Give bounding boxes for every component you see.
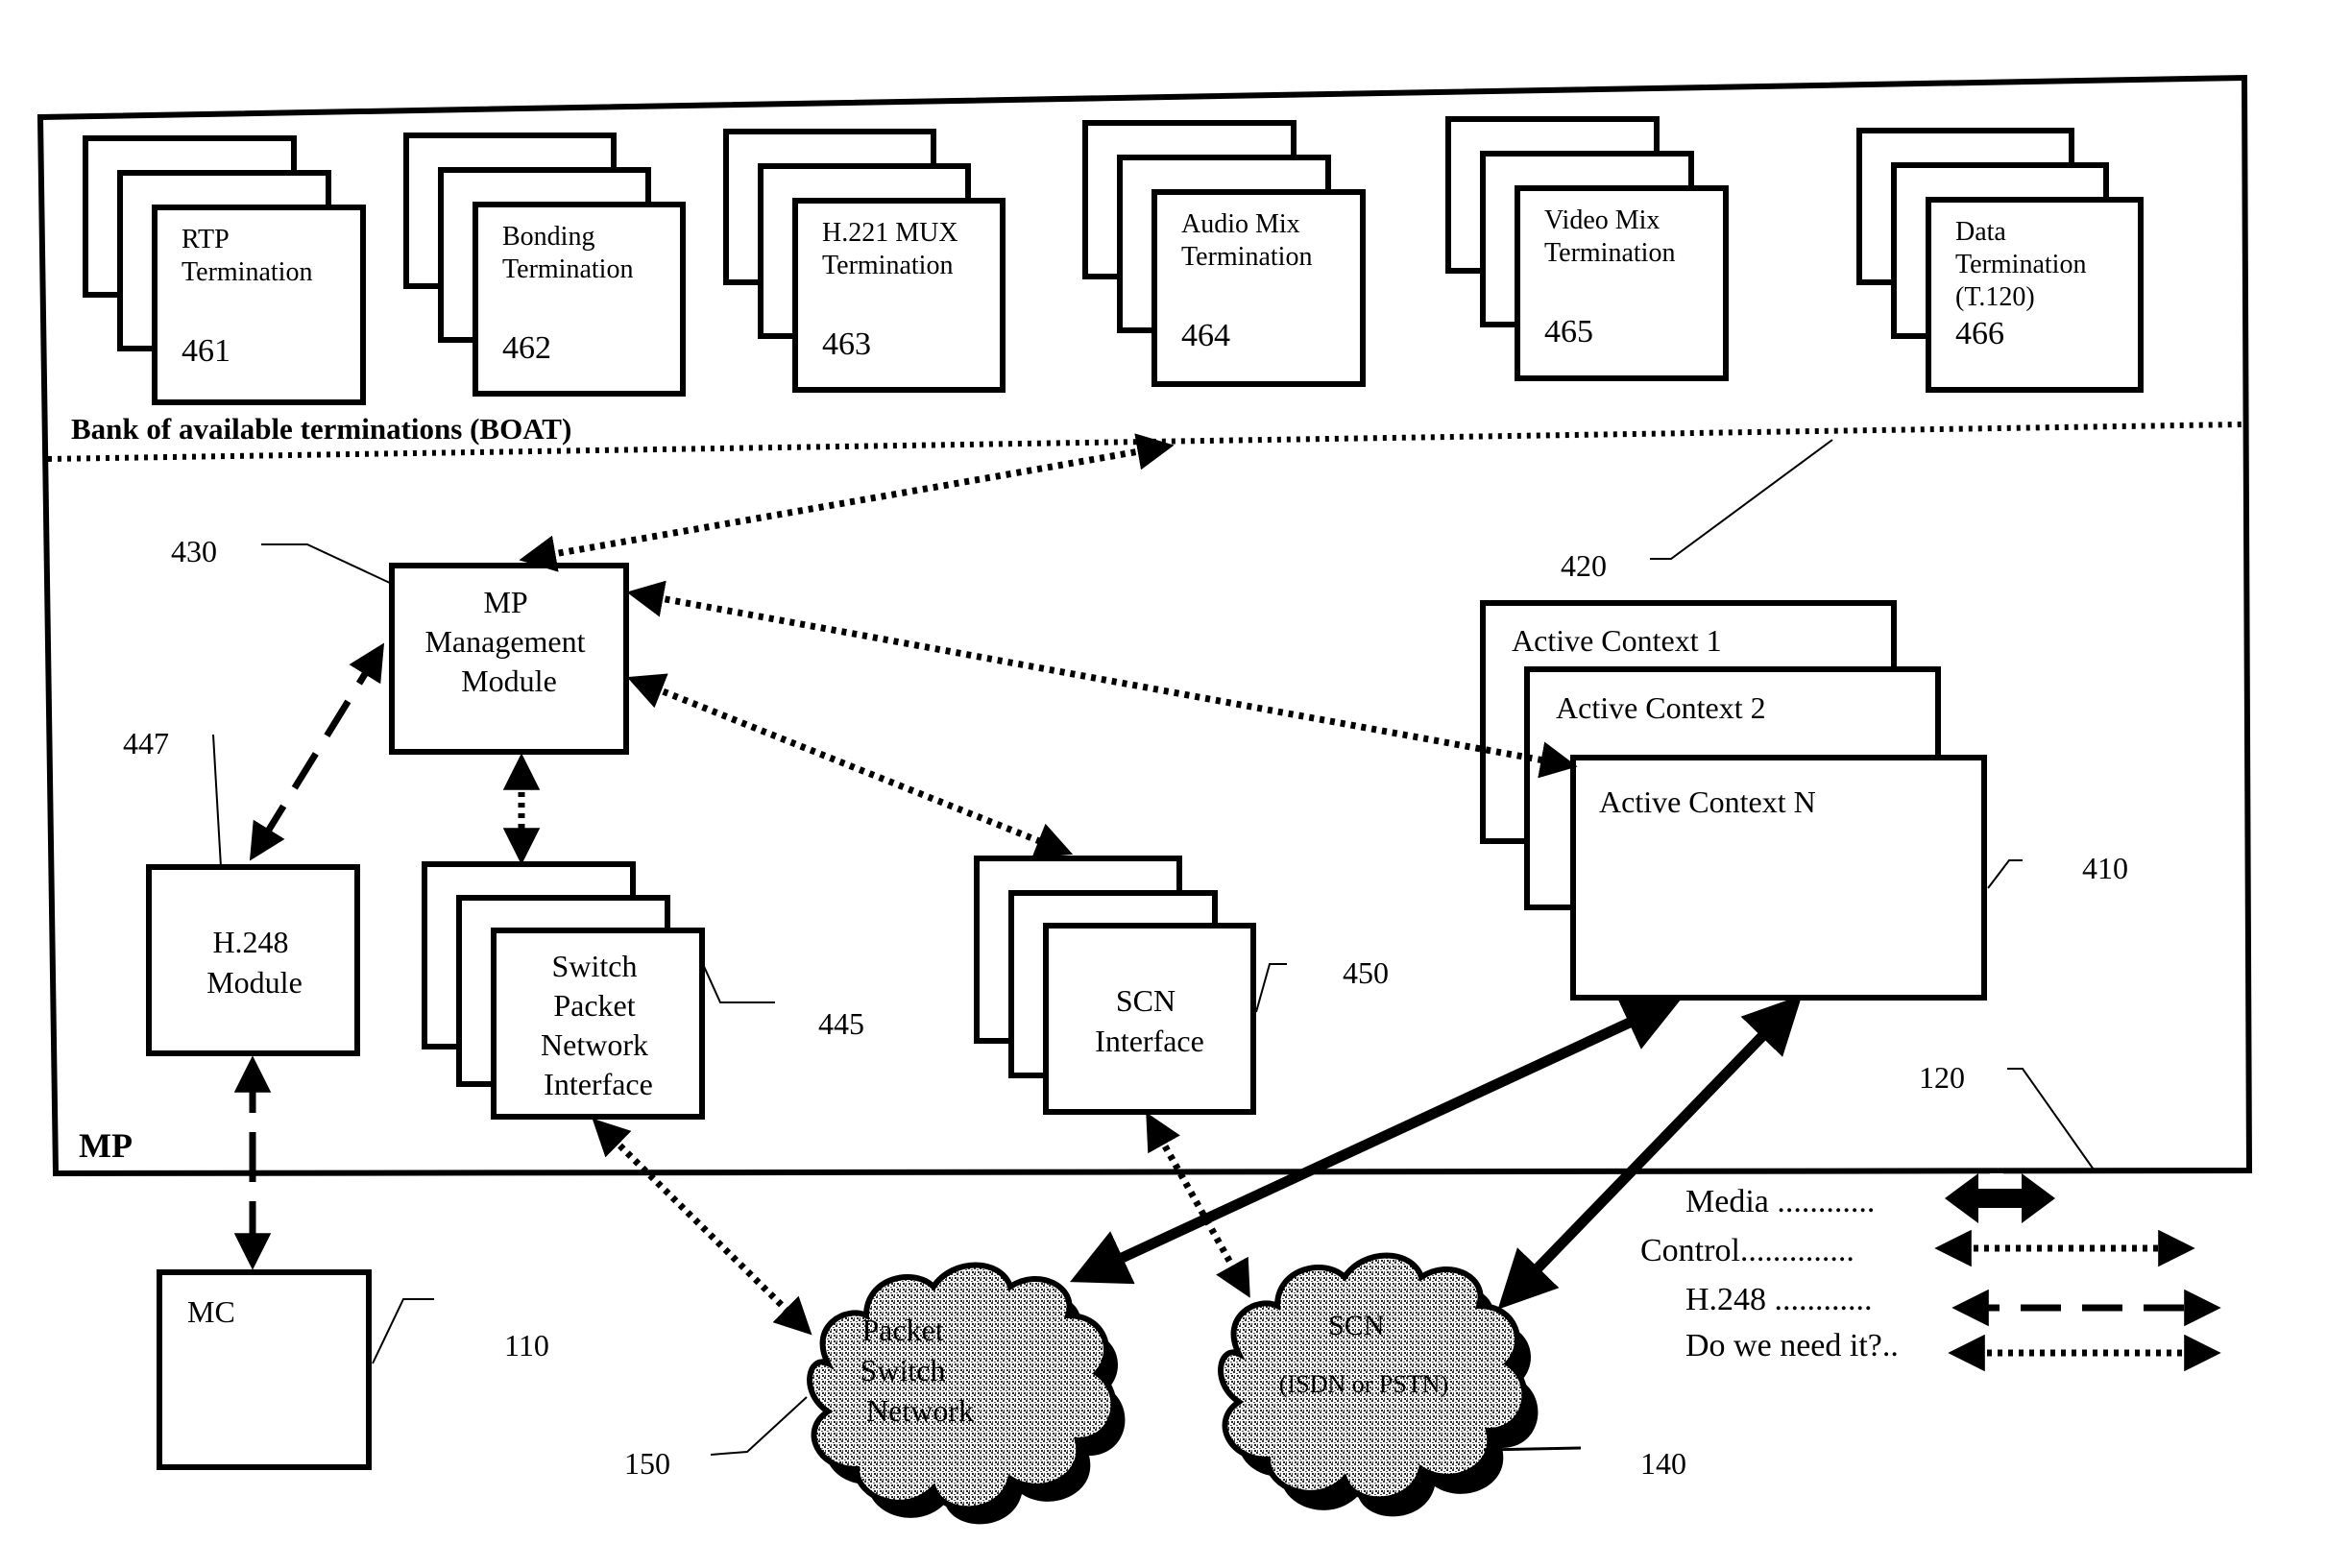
active-context-n-label: Active Context N (1599, 784, 1816, 819)
leader-140 (1483, 1446, 1582, 1452)
legend-doweneed-label: Do we need it?.. (1685, 1328, 1899, 1363)
active-context-2-label: Active Context 2 (1556, 690, 1766, 725)
termination-ref: 464 (1181, 318, 1230, 353)
leader-410 (1987, 859, 2023, 889)
boat-label: Bank of available terminations (BOAT) (71, 412, 571, 446)
termination-ref: 463 (822, 326, 871, 362)
ref-450: 450 (1343, 955, 1389, 990)
ref-110: 110 (504, 1328, 549, 1363)
connector-mpmgmt-scn (626, 673, 1074, 858)
mp-label: MP (79, 1126, 133, 1165)
legend-media-label: Media ............ (1685, 1184, 1875, 1219)
mp-architecture-diagram: MP RTP Termination461Bonding Termination46… (36, 74, 2253, 1525)
termination-stack-3: H.221 MUX Termination463 (723, 129, 1006, 393)
ref-445: 445 (818, 1006, 864, 1041)
leader-110 (372, 1298, 434, 1364)
active-context-1-label: Active Context 1 (1512, 623, 1722, 658)
connector-mpmgmt-context (626, 580, 1578, 779)
legend: Media ............ Control..............… (1640, 1173, 2221, 1372)
connector-boat-mpmgmt (519, 433, 1175, 572)
termination-ref: 461 (182, 333, 230, 369)
leader-120 (2007, 1068, 2095, 1170)
termination-stack-5: Video Mix Termination465 (1445, 116, 1729, 381)
ref-420: 420 (1561, 548, 1607, 583)
scn-interface (1043, 923, 1256, 1115)
leader-430 (261, 543, 393, 585)
termination-stack-2: Bonding Termination462 (403, 133, 686, 397)
ref-150: 150 (624, 1446, 670, 1481)
termination-ref: 462 (502, 330, 551, 366)
legend-h248-label: H.248 ............ (1685, 1282, 1873, 1317)
termination-ref: 466 (1955, 316, 2004, 351)
leader-445 (701, 961, 775, 1003)
connector-switch-packetcloud (592, 1118, 812, 1336)
termination-stack-4: Audio Mix Termination464 (1082, 120, 1366, 387)
termination-ref: 465 (1544, 314, 1593, 350)
connector-mpmgmt-h248 (249, 642, 385, 861)
ref-140: 140 (1640, 1446, 1686, 1481)
termination-stack-1: RTP Termination461 (83, 135, 366, 405)
legend-control-label: Control.............. (1640, 1233, 1854, 1268)
mc-label: MC (187, 1294, 235, 1329)
scn-cloud: SCN (ISDN or PSTN) (1218, 1252, 1539, 1517)
ref-430: 430 (171, 534, 217, 568)
packet-switch-network-cloud: Packet Switch Network (807, 1262, 1126, 1525)
termination-stack-6: Data Termination (T.120)466 (1856, 128, 2144, 393)
leader-450 (1255, 963, 1287, 1013)
ref-410: 410 (2082, 851, 2128, 885)
ref-120: 120 (1919, 1060, 1965, 1095)
h248-module (146, 864, 360, 1056)
leader-420 (1650, 439, 1833, 560)
ref-447: 447 (123, 726, 169, 760)
leader-447 (212, 734, 222, 868)
legend-media-symbol (1945, 1173, 2055, 1223)
leader-150 (710, 1396, 808, 1456)
